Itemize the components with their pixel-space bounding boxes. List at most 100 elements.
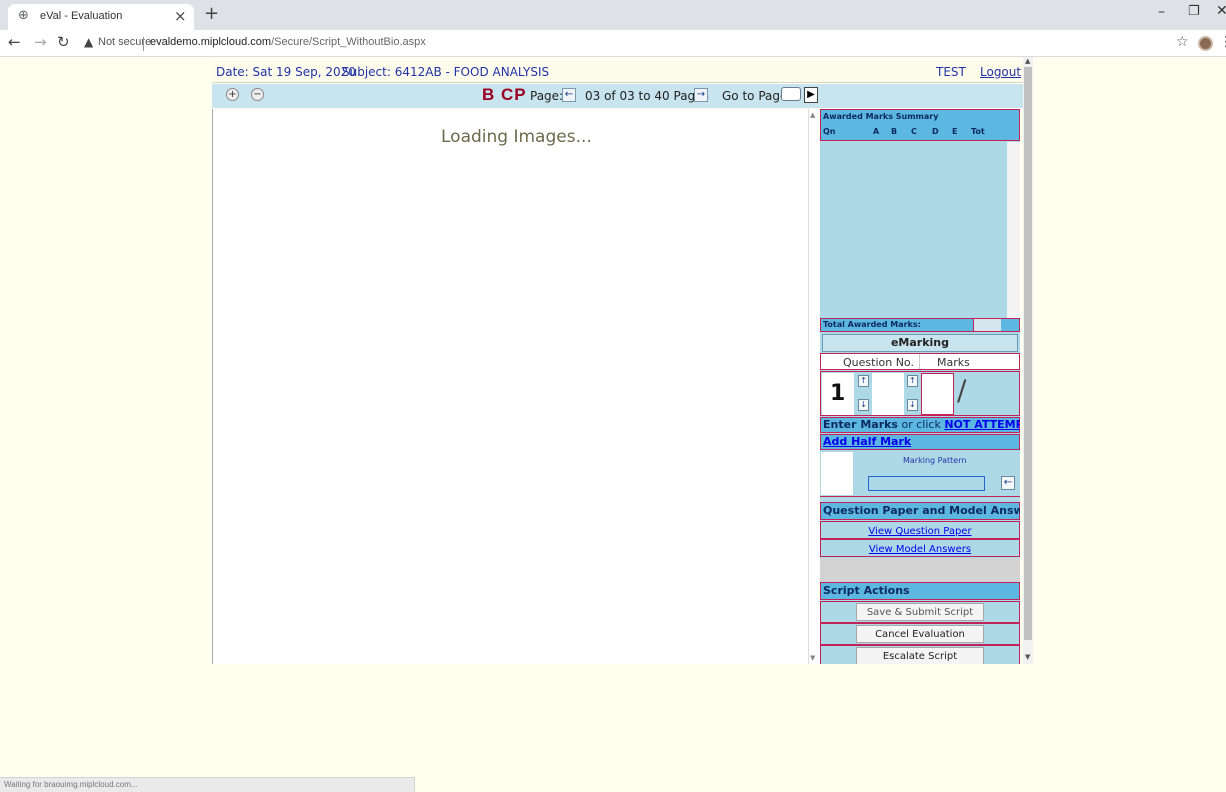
goto-page-button[interactable]: ▶ <box>804 87 818 103</box>
page-scrollbar[interactable]: ▲ ▼ <box>1023 57 1033 664</box>
zoom-out-icon[interactable]: − <box>251 88 264 101</box>
summary-columns: Qn A B C D E Tot <box>821 127 985 140</box>
marking-pattern-input[interactable] <box>868 476 985 491</box>
marks-input[interactable] <box>921 373 954 415</box>
marking-pattern-label: Marking Pattern <box>903 456 967 465</box>
page-label: Page: <box>530 89 564 103</box>
sub-question-box <box>872 373 904 415</box>
url-host: evaldemo.miplcloud.com <box>150 36 272 48</box>
address-bar[interactable]: evaldemo.miplcloud.com/Secure/Script_Wit… <box>150 36 426 48</box>
page-scroll-thumb[interactable] <box>1024 67 1032 640</box>
scroll-down-icon[interactable]: ▼ <box>810 654 815 662</box>
browser-tabstrip: ⊕ eVal - Evaluation × + – ❐ ✕ <box>0 0 1226 30</box>
close-icon[interactable]: × <box>174 7 187 25</box>
add-half-mark-link[interactable]: Add Half Mark <box>823 435 911 448</box>
warning-icon[interactable]: ▲ <box>84 35 93 49</box>
goto-page-input[interactable] <box>781 87 801 101</box>
save-action-row: Save & Submit Script <box>820 601 1020 623</box>
col-d: D <box>932 127 939 136</box>
subquestion-down-button[interactable]: ↓ <box>907 399 918 411</box>
forward-arrow-icon[interactable]: → <box>34 33 47 51</box>
avatar[interactable] <box>1198 36 1213 51</box>
header-subject: Subject: 6412AB - FOOD ANALYSIS <box>342 65 550 79</box>
header-date: Date: Sat 19 Sep, 2020 <box>216 65 356 79</box>
escalate-action-row: Escalate Script <box>820 645 1020 664</box>
header-user: TEST <box>936 65 966 79</box>
question-paper-header: Question Paper and Model Answers <box>820 502 1020 520</box>
script-image-viewer: Loading Images... <box>212 109 808 664</box>
script-actions-header: Script Actions <box>820 582 1020 600</box>
url-path: /Secure/Script_WithoutBio.aspx <box>271 36 426 48</box>
prev-page-button[interactable]: ← <box>562 88 576 102</box>
bcp-logo: B CP <box>482 85 527 104</box>
browser-toolbar: ← → ↻ ▲ Not secure evaldemo.miplcloud.co… <box>0 30 1226 57</box>
col-e: E <box>952 127 958 136</box>
window-close-icon[interactable]: ✕ <box>1216 3 1226 19</box>
question-down-button[interactable]: ↓ <box>858 399 869 411</box>
pattern-apply-button[interactable]: ← <box>1001 476 1015 490</box>
browser-status-bar: Waiting for braouimg.miplcloud.com... <box>0 777 415 792</box>
emarking-title: eMarking <box>822 334 1018 352</box>
col-a: A <box>873 127 880 136</box>
panel-spacer <box>820 558 1020 582</box>
enter-marks-label: Enter Marks <box>823 418 898 431</box>
status-text: Waiting for braouimg.miplcloud.com... <box>4 780 138 789</box>
marks-entry-row: 1 ↑ ↓ ↑ ↓ / <box>820 371 1020 416</box>
summary-list <box>820 142 1007 318</box>
evaluation-app: Date: Sat 19 Sep, 2020 Subject: 6412AB -… <box>212 61 1023 664</box>
col-c: C <box>911 127 917 136</box>
reload-icon[interactable]: ↻ <box>57 33 70 51</box>
star-icon[interactable]: ☆ <box>1176 34 1189 50</box>
plus-icon[interactable]: + <box>204 4 219 24</box>
viewer-scrollbar[interactable]: ▲ ▼ <box>808 109 819 664</box>
logout-link[interactable]: Logout <box>980 65 1021 79</box>
view-question-paper-link[interactable]: View Question Paper <box>868 526 971 537</box>
not-attempted-link[interactable]: NOT ATTEMPTED <box>944 418 1020 431</box>
globe-icon: ⊕ <box>18 8 29 23</box>
zoom-in-icon[interactable]: + <box>226 88 239 101</box>
menu-dots-icon[interactable]: ⋮ <box>1219 34 1226 50</box>
cancel-evaluation-button[interactable]: Cancel Evaluation <box>856 625 984 643</box>
back-arrow-icon[interactable]: ← <box>8 33 21 51</box>
column-separator <box>919 354 920 369</box>
summary-title: Awarded Marks Summary <box>823 112 939 121</box>
pattern-side-box <box>821 452 853 495</box>
question-no-label: Question No. <box>843 356 914 369</box>
total-awarded-label: Total Awarded Marks: <box>823 320 921 329</box>
save-submit-button[interactable]: Save & Submit Script <box>856 603 984 621</box>
awarded-marks-summary-header: Awarded Marks Summary Qn A B C D E Tot <box>820 109 1020 141</box>
total-awarded-row: Total Awarded Marks: <box>820 318 1020 332</box>
total-awarded-value <box>973 319 1001 331</box>
marks-separator: / <box>957 374 967 407</box>
marking-pattern-area: Marking Pattern ← <box>820 451 1020 497</box>
scroll-up-icon[interactable]: ▲ <box>810 111 815 119</box>
view-question-paper-row: View Question Paper <box>820 521 1020 539</box>
browser-tab[interactable]: ⊕ eVal - Evaluation × <box>8 4 194 30</box>
col-qn: Qn <box>823 127 836 136</box>
escalate-script-button[interactable]: Escalate Script <box>856 647 984 664</box>
loading-text: Loading Images... <box>441 127 592 147</box>
marking-panel: Awarded Marks Summary Qn A B C D E Tot T… <box>820 109 1020 664</box>
enter-marks-row: Enter Marks or click NOT ATTEMPTED <box>820 417 1020 433</box>
url-divider <box>143 37 144 51</box>
cancel-action-row: Cancel Evaluation <box>820 623 1020 645</box>
minimize-icon[interactable]: – <box>1158 4 1165 20</box>
question-up-button[interactable]: ↑ <box>858 375 869 387</box>
view-model-answers-row: View Model Answers <box>820 539 1020 557</box>
page-toolbar: + − B CP Page: ← 03 of 03 to 40 Pages → … <box>212 84 1023 108</box>
view-model-answers-link[interactable]: View Model Answers <box>869 544 971 555</box>
page-info: 03 of 03 to 40 Pages <box>585 89 709 103</box>
page-scroll-up-icon[interactable]: ▲ <box>1025 57 1030 65</box>
maximize-icon[interactable]: ❐ <box>1188 4 1200 19</box>
col-tot: Tot <box>971 127 985 136</box>
question-number-box: 1 <box>822 373 854 415</box>
summary-scrollbar[interactable] <box>1007 142 1020 318</box>
subquestion-up-button[interactable]: ↑ <box>907 375 918 387</box>
question-number: 1 <box>830 381 846 406</box>
half-mark-row: Add Half Mark <box>820 434 1020 450</box>
next-page-button[interactable]: → <box>694 88 708 102</box>
page-scroll-down-icon[interactable]: ▼ <box>1025 653 1030 661</box>
col-b: B <box>891 127 898 136</box>
tab-title: eVal - Evaluation <box>40 10 123 22</box>
emarking-columns: Question No. Marks Awarded <box>820 353 1020 382</box>
